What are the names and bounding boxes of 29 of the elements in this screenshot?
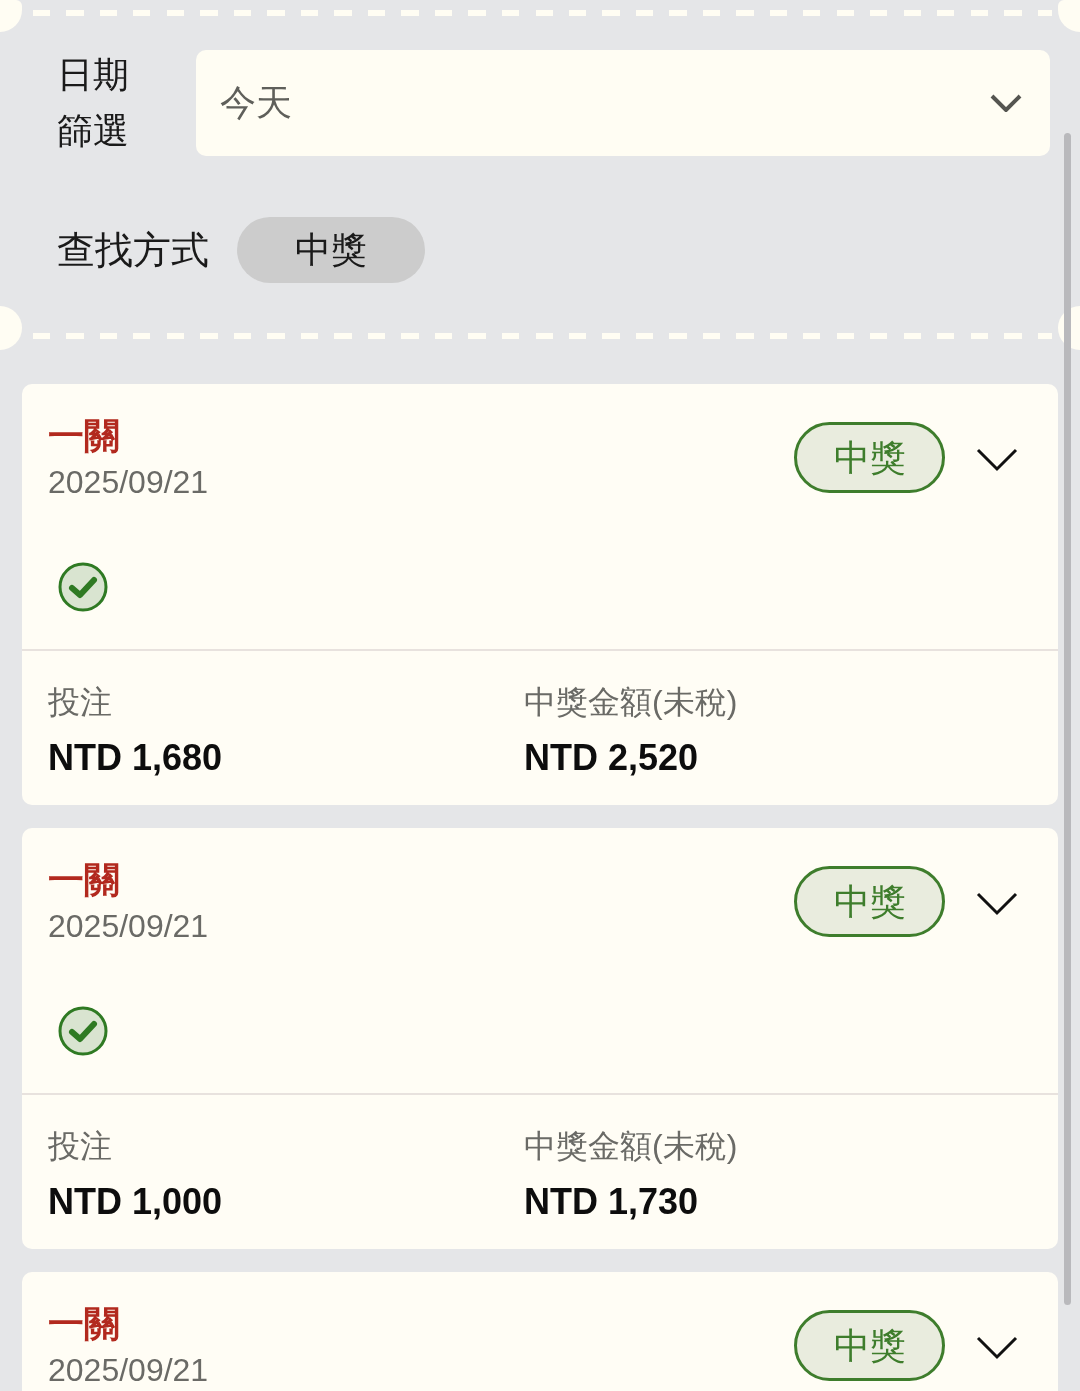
- ticket-notch: [0, 0, 22, 32]
- search-method-label: 查找方式: [57, 228, 209, 273]
- payout-amount: NTD 1,730: [524, 1181, 700, 1223]
- record-title: 一關: [48, 1302, 121, 1346]
- stake-label: 投注: [48, 683, 113, 722]
- status-badge: 中獎: [794, 1310, 945, 1381]
- filter-label: 日期篩選: [57, 53, 130, 153]
- ticket-notch: [0, 306, 22, 350]
- status-badge: 中獎: [794, 866, 945, 937]
- record-title: 一關: [48, 858, 121, 902]
- date-dropdown[interactable]: 今天: [196, 50, 1050, 156]
- stake-amount: NTD 1,680: [48, 737, 224, 779]
- ticket-notch: [1058, 0, 1080, 32]
- payout-label: 中獎金額(未稅): [524, 1127, 738, 1166]
- chevron-down-icon[interactable]: [990, 94, 1022, 112]
- stake-amount: NTD 1,000: [48, 1181, 224, 1223]
- record-date: 2025/09/21: [48, 1351, 209, 1390]
- status-badge: 中獎: [794, 422, 945, 493]
- scrollbar[interactable]: [1064, 133, 1071, 1305]
- chevron-down-icon[interactable]: [976, 448, 1018, 472]
- record-date: 2025/09/21: [48, 907, 209, 946]
- record-date: 2025/09/21: [48, 463, 209, 502]
- chevron-down-icon[interactable]: [976, 892, 1018, 916]
- filter-chip[interactable]: 中獎: [237, 217, 425, 283]
- payout-amount: NTD 2,520: [524, 737, 700, 779]
- chevron-down-icon[interactable]: [976, 1336, 1018, 1360]
- payout-label: 中獎金額(未稅): [524, 683, 738, 722]
- stake-label: 投注: [48, 1127, 113, 1166]
- record-title: 一關: [48, 414, 121, 458]
